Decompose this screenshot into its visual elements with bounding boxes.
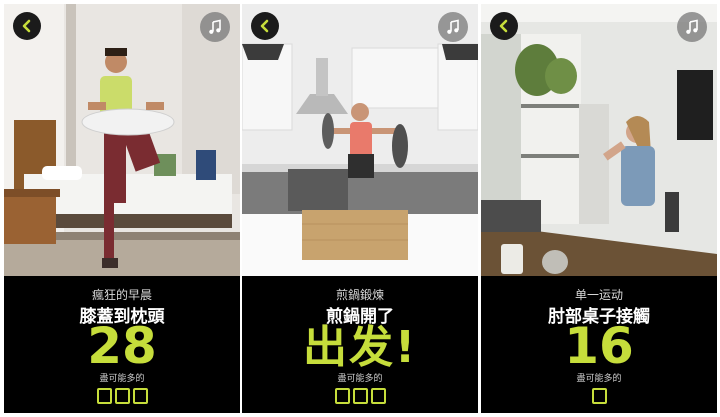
music-button[interactable] (438, 12, 468, 42)
rep-count: 28 (87, 317, 157, 375)
progress-box (334, 388, 350, 404)
progress-box (114, 388, 130, 404)
amrap-hint: 盡可能多的 (576, 374, 622, 384)
music-note-icon (686, 19, 698, 34)
exercise-photo-bedroom (4, 4, 240, 276)
workout-category: 单一运动 (574, 288, 623, 302)
amrap-hint: 盡可能多的 (99, 374, 145, 384)
exercise-photo-office (481, 4, 717, 276)
music-note-icon (209, 19, 221, 34)
exercise-info: 煎鍋鍛煉 煎鍋開了 出发! 盡可能多的 (242, 276, 478, 413)
progress-box (96, 388, 112, 404)
music-button[interactable] (200, 12, 230, 42)
go-prompt: 出发! (302, 322, 418, 373)
progress-box (352, 388, 368, 404)
exercise-info: 瘋狂的早晨 膝蓋到枕頭 28 盡可能多的 (4, 276, 240, 413)
amrap-hint: 盡可能多的 (337, 374, 383, 384)
music-button[interactable] (677, 12, 707, 42)
rep-count: 16 (564, 317, 634, 375)
chevron-left-icon (22, 19, 31, 33)
exercise-info: 单一运动 肘部桌子接觸 16 盡可能多的 (481, 276, 717, 413)
music-note-icon (447, 19, 459, 34)
workout-panel-3: 单一运动 肘部桌子接觸 16 盡可能多的 (481, 4, 717, 413)
chevron-left-icon (260, 19, 269, 33)
back-button[interactable] (251, 12, 279, 40)
progress-boxes (4, 388, 240, 404)
progress-boxes (481, 388, 717, 404)
progress-box (591, 388, 607, 404)
chevron-left-icon (499, 19, 508, 33)
workout-panel-2: 煎鍋鍛煉 煎鍋開了 出发! 盡可能多的 (242, 4, 478, 413)
back-button[interactable] (13, 12, 41, 40)
workout-panel-1: 瘋狂的早晨 膝蓋到枕頭 28 盡可能多的 (4, 4, 240, 413)
progress-box (370, 388, 386, 404)
workout-category: 煎鍋鍛煉 (335, 288, 384, 302)
progress-boxes (242, 388, 478, 404)
progress-box (132, 388, 148, 404)
back-button[interactable] (490, 12, 518, 40)
exercise-photo-kitchen (242, 4, 478, 276)
workout-category: 瘋狂的早晨 (91, 288, 152, 302)
